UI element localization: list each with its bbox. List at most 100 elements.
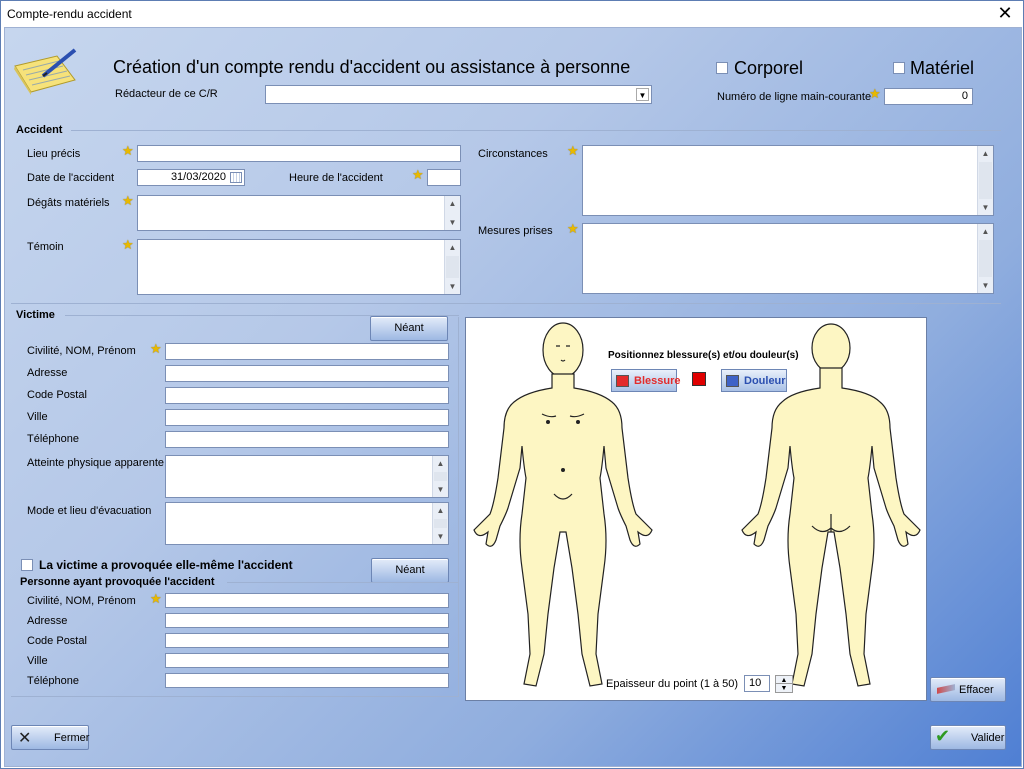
required-star-icon: ★: [869, 86, 881, 101]
required-star-icon: ★: [567, 221, 579, 236]
scroll-up-icon[interactable]: ▲: [445, 196, 460, 211]
blessure-button[interactable]: Blessure: [611, 369, 681, 392]
checkmark-icon: ✔: [935, 726, 951, 746]
epaisseur-input[interactable]: 10: [744, 675, 770, 692]
scroll-track: [979, 240, 992, 277]
body-diagram-panel[interactable]: Positionnez blessure(s) et/ou douleur(s)…: [465, 317, 927, 701]
date-input[interactable]: 31/03/2020: [137, 169, 245, 186]
scrollbar[interactable]: ▲ ▼: [444, 196, 460, 230]
scrollbar[interactable]: ▲ ▼: [432, 456, 448, 497]
victime-cp-input[interactable]: [165, 387, 449, 404]
provoque-checkbox[interactable]: [21, 559, 33, 571]
scroll-up-icon[interactable]: ▲: [978, 146, 993, 161]
dialog-window: Compte-rendu accident ✕ Création d'un co…: [0, 0, 1024, 769]
fermer-button[interactable]: ✕ Fermer: [11, 725, 89, 750]
scroll-down-icon[interactable]: ▼: [433, 482, 448, 497]
victime-tel-input[interactable]: [165, 431, 449, 448]
provoque-cp-input[interactable]: [165, 633, 449, 648]
instruction-text: Positionnez blessure(s) et/ou douleur(s): [608, 350, 799, 361]
victime-adresse-input[interactable]: [165, 365, 449, 382]
provoque-civilite-input[interactable]: [165, 593, 449, 608]
required-star-icon: ★: [122, 237, 134, 252]
blessure-label: Blessure: [634, 375, 681, 387]
victime-neant-button[interactable]: Néant: [370, 316, 448, 341]
provoque-group-label: Personne ayant provoquée l'accident: [20, 576, 215, 588]
victime-tel-label: Téléphone: [27, 433, 79, 445]
douleur-label: Douleur: [744, 375, 786, 387]
corporel-label: Corporel: [734, 58, 804, 78]
ligne-label: Numéro de ligne main-courante: [717, 91, 872, 103]
scroll-down-icon[interactable]: ▼: [978, 278, 993, 293]
notepad-pen-icon: [14, 48, 77, 95]
epaisseur-stepper[interactable]: ▲ ▼: [775, 675, 793, 694]
mesures-label: Mesures prises: [478, 225, 553, 237]
provoque-civilite-label: Civilité, NOM, Prénom: [27, 595, 136, 607]
scroll-down-icon[interactable]: ▼: [978, 200, 993, 215]
provoque-adresse-label: Adresse: [27, 615, 68, 627]
divider: [11, 696, 459, 697]
scrollbar[interactable]: ▲ ▼: [444, 240, 460, 294]
materiel-checkbox[interactable]: [893, 62, 905, 74]
mode-textarea[interactable]: ▲ ▼: [165, 502, 449, 545]
chevron-down-icon[interactable]: ▼: [636, 88, 649, 101]
accident-group-label: Accident: [16, 124, 63, 136]
scrollbar[interactable]: ▲ ▼: [977, 224, 993, 293]
spin-up-icon[interactable]: ▲: [775, 675, 793, 684]
mode-label: Mode et lieu d'évacuation: [27, 505, 152, 517]
required-star-icon: ★: [150, 591, 162, 606]
required-star-icon: ★: [567, 143, 579, 158]
fermer-label: Fermer: [54, 732, 90, 744]
temoin-textarea[interactable]: ▲ ▼: [137, 239, 461, 295]
provoque-ville-input[interactable]: [165, 653, 449, 668]
divider: [227, 582, 459, 583]
scroll-track: [446, 256, 459, 278]
close-icon[interactable]: ✕: [991, 2, 1019, 26]
degats-textarea[interactable]: ▲ ▼: [137, 195, 461, 231]
victime-ville-input[interactable]: [165, 409, 449, 426]
required-star-icon: ★: [150, 341, 162, 356]
client-area: Création d'un compte rendu d'accident ou…: [4, 27, 1022, 767]
victime-civilite-label: Civilité, NOM, Prénom: [27, 345, 136, 357]
scroll-track: [434, 519, 447, 528]
provoque-neant-button[interactable]: Néant: [371, 558, 449, 583]
date-value: 31/03/2020: [170, 171, 226, 183]
scroll-up-icon[interactable]: ▲: [433, 456, 448, 471]
victime-civilite-input[interactable]: [165, 343, 449, 360]
scroll-up-icon[interactable]: ▲: [433, 503, 448, 518]
corporel-checkbox[interactable]: [716, 62, 728, 74]
scroll-down-icon[interactable]: ▼: [433, 529, 448, 544]
scroll-track: [979, 162, 992, 199]
valider-button[interactable]: ✔ Valider: [930, 725, 1006, 750]
victime-ville-label: Ville: [27, 411, 48, 423]
selected-color-swatch: [692, 372, 706, 386]
heure-input[interactable]: [427, 169, 461, 186]
close-x-icon: ✕: [18, 730, 32, 747]
lieu-input[interactable]: [137, 145, 461, 162]
effacer-label: Effacer: [959, 684, 994, 696]
materiel-label: Matériel: [910, 58, 975, 78]
provoque-tel-input[interactable]: [165, 673, 449, 688]
effacer-button[interactable]: Effacer: [930, 677, 1006, 702]
scrollbar[interactable]: ▲ ▼: [977, 146, 993, 215]
douleur-button[interactable]: Douleur: [721, 369, 787, 392]
scroll-up-icon[interactable]: ▲: [978, 224, 993, 239]
atteinte-textarea[interactable]: ▲ ▼: [165, 455, 449, 498]
spin-down-icon[interactable]: ▼: [775, 684, 793, 693]
scroll-up-icon[interactable]: ▲: [445, 240, 460, 255]
scroll-down-icon[interactable]: ▼: [445, 215, 460, 230]
circonstances-textarea[interactable]: ▲ ▼: [582, 145, 994, 216]
epaisseur-label: Epaisseur du point (1 à 50): [606, 678, 739, 690]
page-title: Création d'un compte rendu d'accident ou…: [113, 57, 631, 77]
douleur-swatch-icon: [726, 375, 739, 387]
blessure-swatch-icon: [616, 375, 629, 387]
scroll-down-icon[interactable]: ▼: [445, 279, 460, 294]
mesures-textarea[interactable]: ▲ ▼: [582, 223, 994, 294]
ligne-input[interactable]: 0: [884, 88, 973, 105]
required-star-icon: ★: [122, 193, 134, 208]
scrollbar[interactable]: ▲ ▼: [432, 503, 448, 544]
calendar-icon[interactable]: [230, 172, 242, 183]
circonstances-label: Circonstances: [478, 148, 548, 160]
redacteur-select[interactable]: ▼: [265, 85, 652, 104]
provoque-adresse-input[interactable]: [165, 613, 449, 628]
provoque-checkbox-label: La victime a provoquée elle-même l'accid…: [39, 558, 293, 572]
